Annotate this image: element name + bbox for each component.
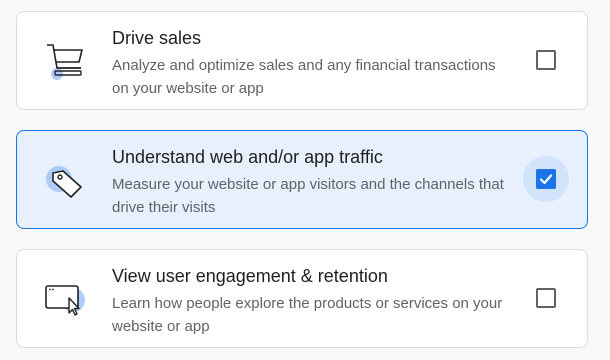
option-description: Measure your website or app visitors and… [112, 176, 504, 216]
checkbox-container[interactable] [523, 37, 569, 83]
browser-cursor-icon [43, 276, 87, 320]
web-app-traffic-checkbox[interactable] [536, 169, 556, 189]
option-title: Drive sales [112, 28, 202, 48]
option-card-drive-sales[interactable]: Drive sales Analyze and optimize sales a… [16, 11, 588, 110]
objectives-page: Drive sales Analyze and optimize sales a… [0, 0, 610, 360]
engagement-retention-checkbox[interactable] [536, 288, 556, 308]
option-description: Learn how people explore the products or… [112, 295, 503, 335]
checkmark-icon [539, 174, 553, 185]
tag-icon [43, 157, 87, 201]
option-title: View user engagement & retention [112, 266, 388, 286]
checkbox-container[interactable] [523, 156, 569, 202]
option-card-engagement-retention[interactable]: View user engagement & retention Learn h… [16, 249, 588, 348]
option-description: Analyze and optimize sales and any finan… [112, 57, 496, 97]
checkbox-container[interactable] [523, 275, 569, 321]
shopping-cart-icon [43, 38, 87, 82]
option-title: Understand web and/or app traffic [112, 147, 383, 167]
option-card-web-app-traffic[interactable]: Understand web and/or app traffic Measur… [16, 130, 588, 229]
drive-sales-checkbox[interactable] [536, 50, 556, 70]
